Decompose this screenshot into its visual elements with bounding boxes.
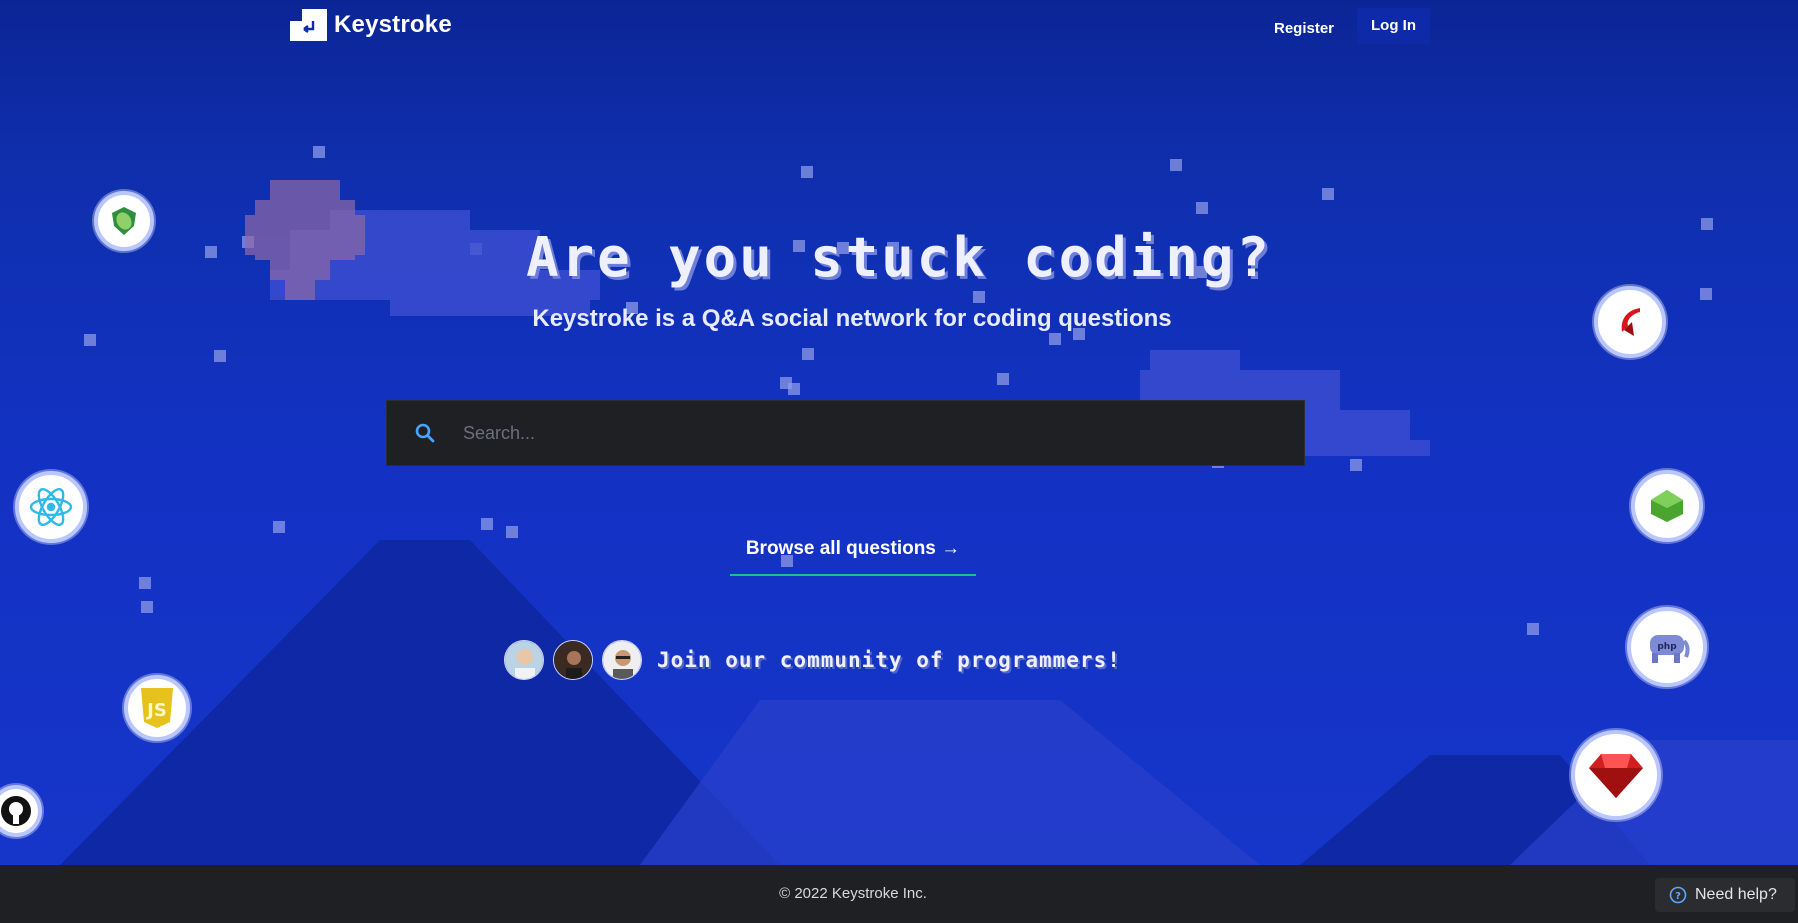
top-navigation: Keystroke Register Log In xyxy=(0,0,1798,56)
avatar[interactable] xyxy=(553,640,593,680)
need-help-button[interactable]: ? Need help? xyxy=(1655,878,1795,912)
scala-icon xyxy=(1594,286,1666,358)
help-circle-icon: ? xyxy=(1669,886,1687,904)
avatar[interactable] xyxy=(602,640,642,680)
copyright-text: © 2022 Keystroke Inc. xyxy=(779,885,927,902)
hero-headline: Are you stuck coding? xyxy=(526,226,1272,289)
browse-questions-link[interactable]: Browse all questions → xyxy=(730,538,976,576)
brand-name: Keystroke xyxy=(334,11,452,38)
hero-subheadline: Keystroke is a Q&A social network for co… xyxy=(532,305,1172,332)
keystroke-logo-icon xyxy=(290,9,327,41)
svg-text:?: ? xyxy=(1675,891,1681,902)
ruby-gem-icon xyxy=(1571,730,1661,820)
need-help-label: Need help? xyxy=(1695,886,1777,903)
brand-logo[interactable]: Keystroke xyxy=(290,9,452,41)
community-section: Join our community of programmers! xyxy=(504,640,1121,680)
community-text: Join our community of programmers! xyxy=(657,648,1121,672)
javascript-icon: JS xyxy=(124,675,190,741)
register-link[interactable]: Register xyxy=(1262,15,1346,43)
react-icon xyxy=(15,471,87,543)
search-input[interactable] xyxy=(437,401,1304,465)
footer: © 2022 Keystroke Inc. xyxy=(0,865,1798,923)
search-icon xyxy=(415,423,435,443)
avatar[interactable] xyxy=(504,640,544,680)
php-elephant-icon: php xyxy=(1627,607,1707,687)
svg-text:JS: JS xyxy=(145,700,167,721)
search-bar[interactable] xyxy=(386,400,1305,466)
vue-shield-icon xyxy=(94,191,154,251)
green-cube-icon xyxy=(1631,470,1703,542)
login-button[interactable]: Log In xyxy=(1357,8,1430,44)
svg-text:php: php xyxy=(1657,642,1677,652)
